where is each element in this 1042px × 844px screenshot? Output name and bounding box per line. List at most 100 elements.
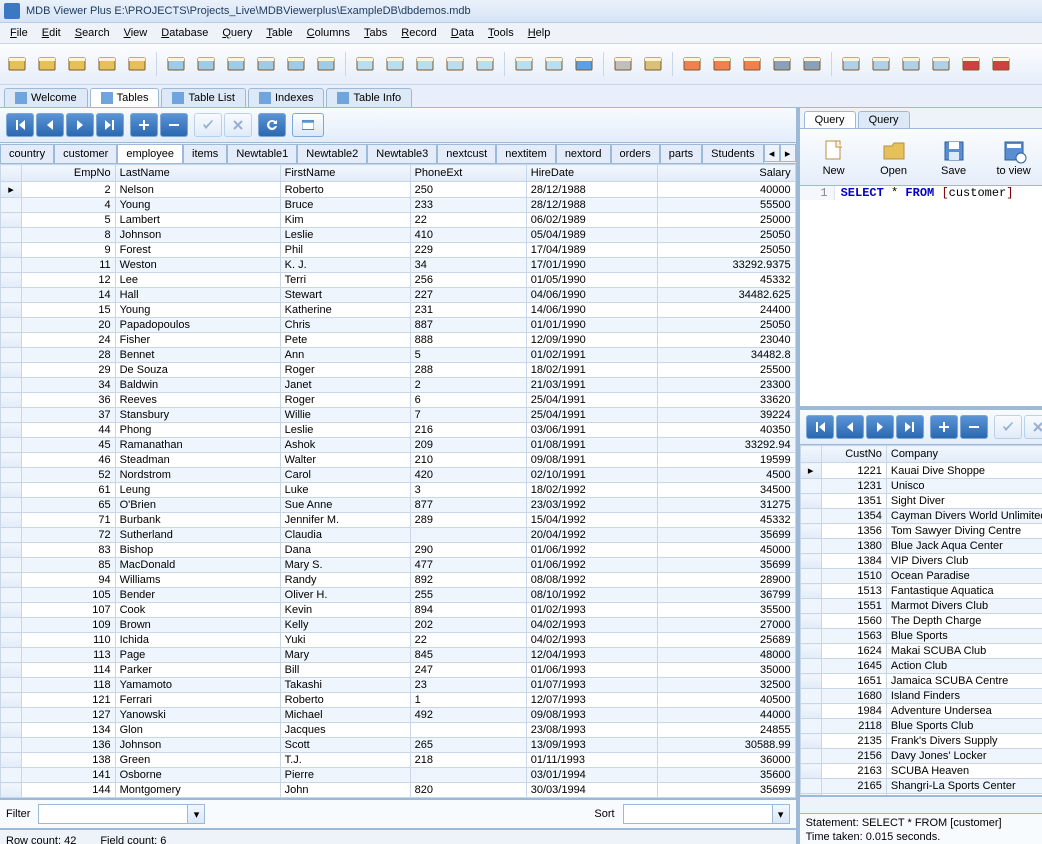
table-row[interactable]: 34BaldwinJanet221/03/199123300 <box>1 378 796 393</box>
table-tab-newtable2[interactable]: Newtable2 <box>297 144 367 163</box>
col-LastName[interactable]: LastName <box>115 165 280 182</box>
tabscroll-right[interactable]: ▸ <box>780 144 796 162</box>
open-recent-button[interactable] <box>34 51 60 77</box>
sql-button[interactable] <box>640 51 666 77</box>
menu-columns[interactable]: Columns <box>301 25 356 41</box>
table-row[interactable]: 28BennetAnn501/02/199134482.8 <box>1 348 796 363</box>
table-row[interactable]: 12LeeTerri25601/05/199045332 <box>1 273 796 288</box>
table-row[interactable]: 1384VIP Divers Club32 Main St. <box>800 554 1042 569</box>
pdf-button[interactable] <box>958 51 984 77</box>
table-row[interactable]: 71BurbankJennifer M.28915/04/199245332 <box>1 513 796 528</box>
nav-first-button[interactable] <box>6 113 34 137</box>
table-row[interactable]: 144MontgomeryJohn82030/03/199435699 <box>1 783 796 798</box>
table-row[interactable]: 1354Cayman Divers World UnlimitedPO Box … <box>800 509 1042 524</box>
save-button[interactable] <box>64 51 90 77</box>
print-button[interactable] <box>769 51 795 77</box>
table-row[interactable]: 20PapadopoulosChris88701/01/199025050 <box>1 318 796 333</box>
cancel-button[interactable] <box>224 113 252 137</box>
open-db-button[interactable] <box>4 51 30 77</box>
worktab-tables[interactable]: Tables <box>90 88 160 107</box>
table-row[interactable]: 118YamamotoTakashi2301/07/199332500 <box>1 678 796 693</box>
sort-combo[interactable]: ▾ <box>623 804 790 824</box>
table-row[interactable]: 2315Divers of Corfu, Inc.Marmoset Place … <box>800 794 1042 797</box>
table-row[interactable]: 11WestonK. J.3417/01/199033292.9375 <box>1 258 796 273</box>
db3-button[interactable] <box>739 51 765 77</box>
cyl2-button[interactable] <box>868 51 894 77</box>
table-row[interactable]: 138GreenT.J.21801/11/199336000 <box>1 753 796 768</box>
menu-query[interactable]: Query <box>216 25 258 41</box>
table-tab-students[interactable]: Students <box>702 144 763 163</box>
query-tab-0[interactable]: Query <box>804 111 856 128</box>
table-tab-orders[interactable]: orders <box>611 144 660 163</box>
query-new-button[interactable]: New <box>806 135 862 180</box>
col-edit-button[interactable] <box>442 51 468 77</box>
table-row[interactable]: 29De SouzaRoger28818/02/199125500 <box>1 363 796 378</box>
table-row[interactable]: 1624Makai SCUBA ClubPO Box 8534 <box>800 644 1042 659</box>
delete-record-button[interactable] <box>960 415 988 439</box>
table-row[interactable]: 1680Island Finders6133 1/3 Stone Avenue <box>800 689 1042 704</box>
chevron-down-icon[interactable]: ▾ <box>772 805 789 823</box>
table-row[interactable]: 2156Davy Jones' Locker246 South 16th Pla… <box>800 749 1042 764</box>
table-row[interactable]: 141OsbornePierre03/01/199435600 <box>1 768 796 783</box>
table-row[interactable]: 15YoungKatherine23114/06/199024400 <box>1 303 796 318</box>
menu-tabs[interactable]: Tabs <box>358 25 393 41</box>
table-edit-button[interactable] <box>253 51 279 77</box>
table-row[interactable]: 24FisherPete88812/09/199023040 <box>1 333 796 348</box>
form-view-button[interactable] <box>292 113 324 137</box>
export-button[interactable] <box>94 51 120 77</box>
table-row[interactable]: 2118Blue Sports Club63365 Nez Perce Stre… <box>800 719 1042 734</box>
table-button[interactable] <box>163 51 189 77</box>
table-row[interactable]: 52NordstromCarol42002/10/19914500 <box>1 468 796 483</box>
table-row[interactable]: 2163SCUBA HeavenPO Box Q-8874 <box>800 764 1042 779</box>
table-tab-newtable1[interactable]: Newtable1 <box>227 144 297 163</box>
table-row[interactable]: 94WilliamsRandy89208/08/199228900 <box>1 573 796 588</box>
table-row[interactable]: 110IchidaYuki2204/02/199325689 <box>1 633 796 648</box>
col-Company[interactable]: Company <box>886 446 1042 463</box>
nav-prev-button[interactable] <box>836 415 864 439</box>
menu-record[interactable]: Record <box>395 25 442 41</box>
col-HireDate[interactable]: HireDate <box>526 165 657 182</box>
row-copy-button[interactable] <box>511 51 537 77</box>
table-row[interactable]: 1380Blue Jack Aqua Center23-738 Paddingt… <box>800 539 1042 554</box>
power-button[interactable] <box>988 51 1014 77</box>
table-row[interactable]: 105BenderOliver H.25508/10/199236799 <box>1 588 796 603</box>
menu-help[interactable]: Help <box>522 25 557 41</box>
table-row[interactable]: 46SteadmanWalter21009/08/199119599 <box>1 453 796 468</box>
query-tab-1[interactable]: Query <box>858 111 910 128</box>
table-row[interactable]: 1231UniscoPO Box Z-547 <box>800 479 1042 494</box>
table-row[interactable]: 1984Adventure UnderseaPO Box 744 <box>800 704 1042 719</box>
refresh-button[interactable] <box>258 113 286 137</box>
col-del-button[interactable] <box>412 51 438 77</box>
query-open-button[interactable]: Open <box>866 135 922 180</box>
table-row[interactable]: 36ReevesRoger625/04/199133620 <box>1 393 796 408</box>
nav-last-button[interactable] <box>896 415 924 439</box>
table-row[interactable]: 113PageMary84512/04/199348000 <box>1 648 796 663</box>
table-row[interactable]: 1356Tom Sawyer Diving Centre632-1 Third … <box>800 524 1042 539</box>
worktab-table-info[interactable]: Table Info <box>326 88 412 107</box>
cyl4-button[interactable] <box>928 51 954 77</box>
table-row[interactable]: 1551Marmot Divers Club872 Queen St. <box>800 599 1042 614</box>
col-button[interactable] <box>352 51 378 77</box>
worktab-welcome[interactable]: Welcome <box>4 88 88 107</box>
nav-next-button[interactable] <box>66 113 94 137</box>
table-tab-parts[interactable]: parts <box>660 144 702 163</box>
col-FirstName[interactable]: FirstName <box>280 165 410 182</box>
table-tab-nextcust[interactable]: nextcust <box>437 144 496 163</box>
settings-button[interactable] <box>610 51 636 77</box>
cancel-button[interactable] <box>1024 415 1042 439</box>
menu-data[interactable]: Data <box>445 25 480 41</box>
table-row[interactable]: 2165Shangri-La Sports CenterPO Box D-549… <box>800 779 1042 794</box>
menu-search[interactable]: Search <box>69 25 116 41</box>
table-row[interactable]: ▸2NelsonRoberto25028/12/198840000 <box>1 182 796 198</box>
table-info-button[interactable] <box>313 51 339 77</box>
table-tab-nextitem[interactable]: nextitem <box>496 144 556 163</box>
filter-input[interactable] <box>39 807 187 821</box>
search-button[interactable] <box>124 51 150 77</box>
table-row[interactable]: 9ForestPhil22917/04/198925050 <box>1 243 796 258</box>
table-row[interactable]: 114ParkerBill24701/06/199335000 <box>1 663 796 678</box>
add-record-button[interactable] <box>130 113 158 137</box>
menu-table[interactable]: Table <box>260 25 298 41</box>
table-tab-customer[interactable]: customer <box>54 144 117 163</box>
table-tab-nextord[interactable]: nextord <box>556 144 611 163</box>
menu-file[interactable]: File <box>4 25 34 41</box>
